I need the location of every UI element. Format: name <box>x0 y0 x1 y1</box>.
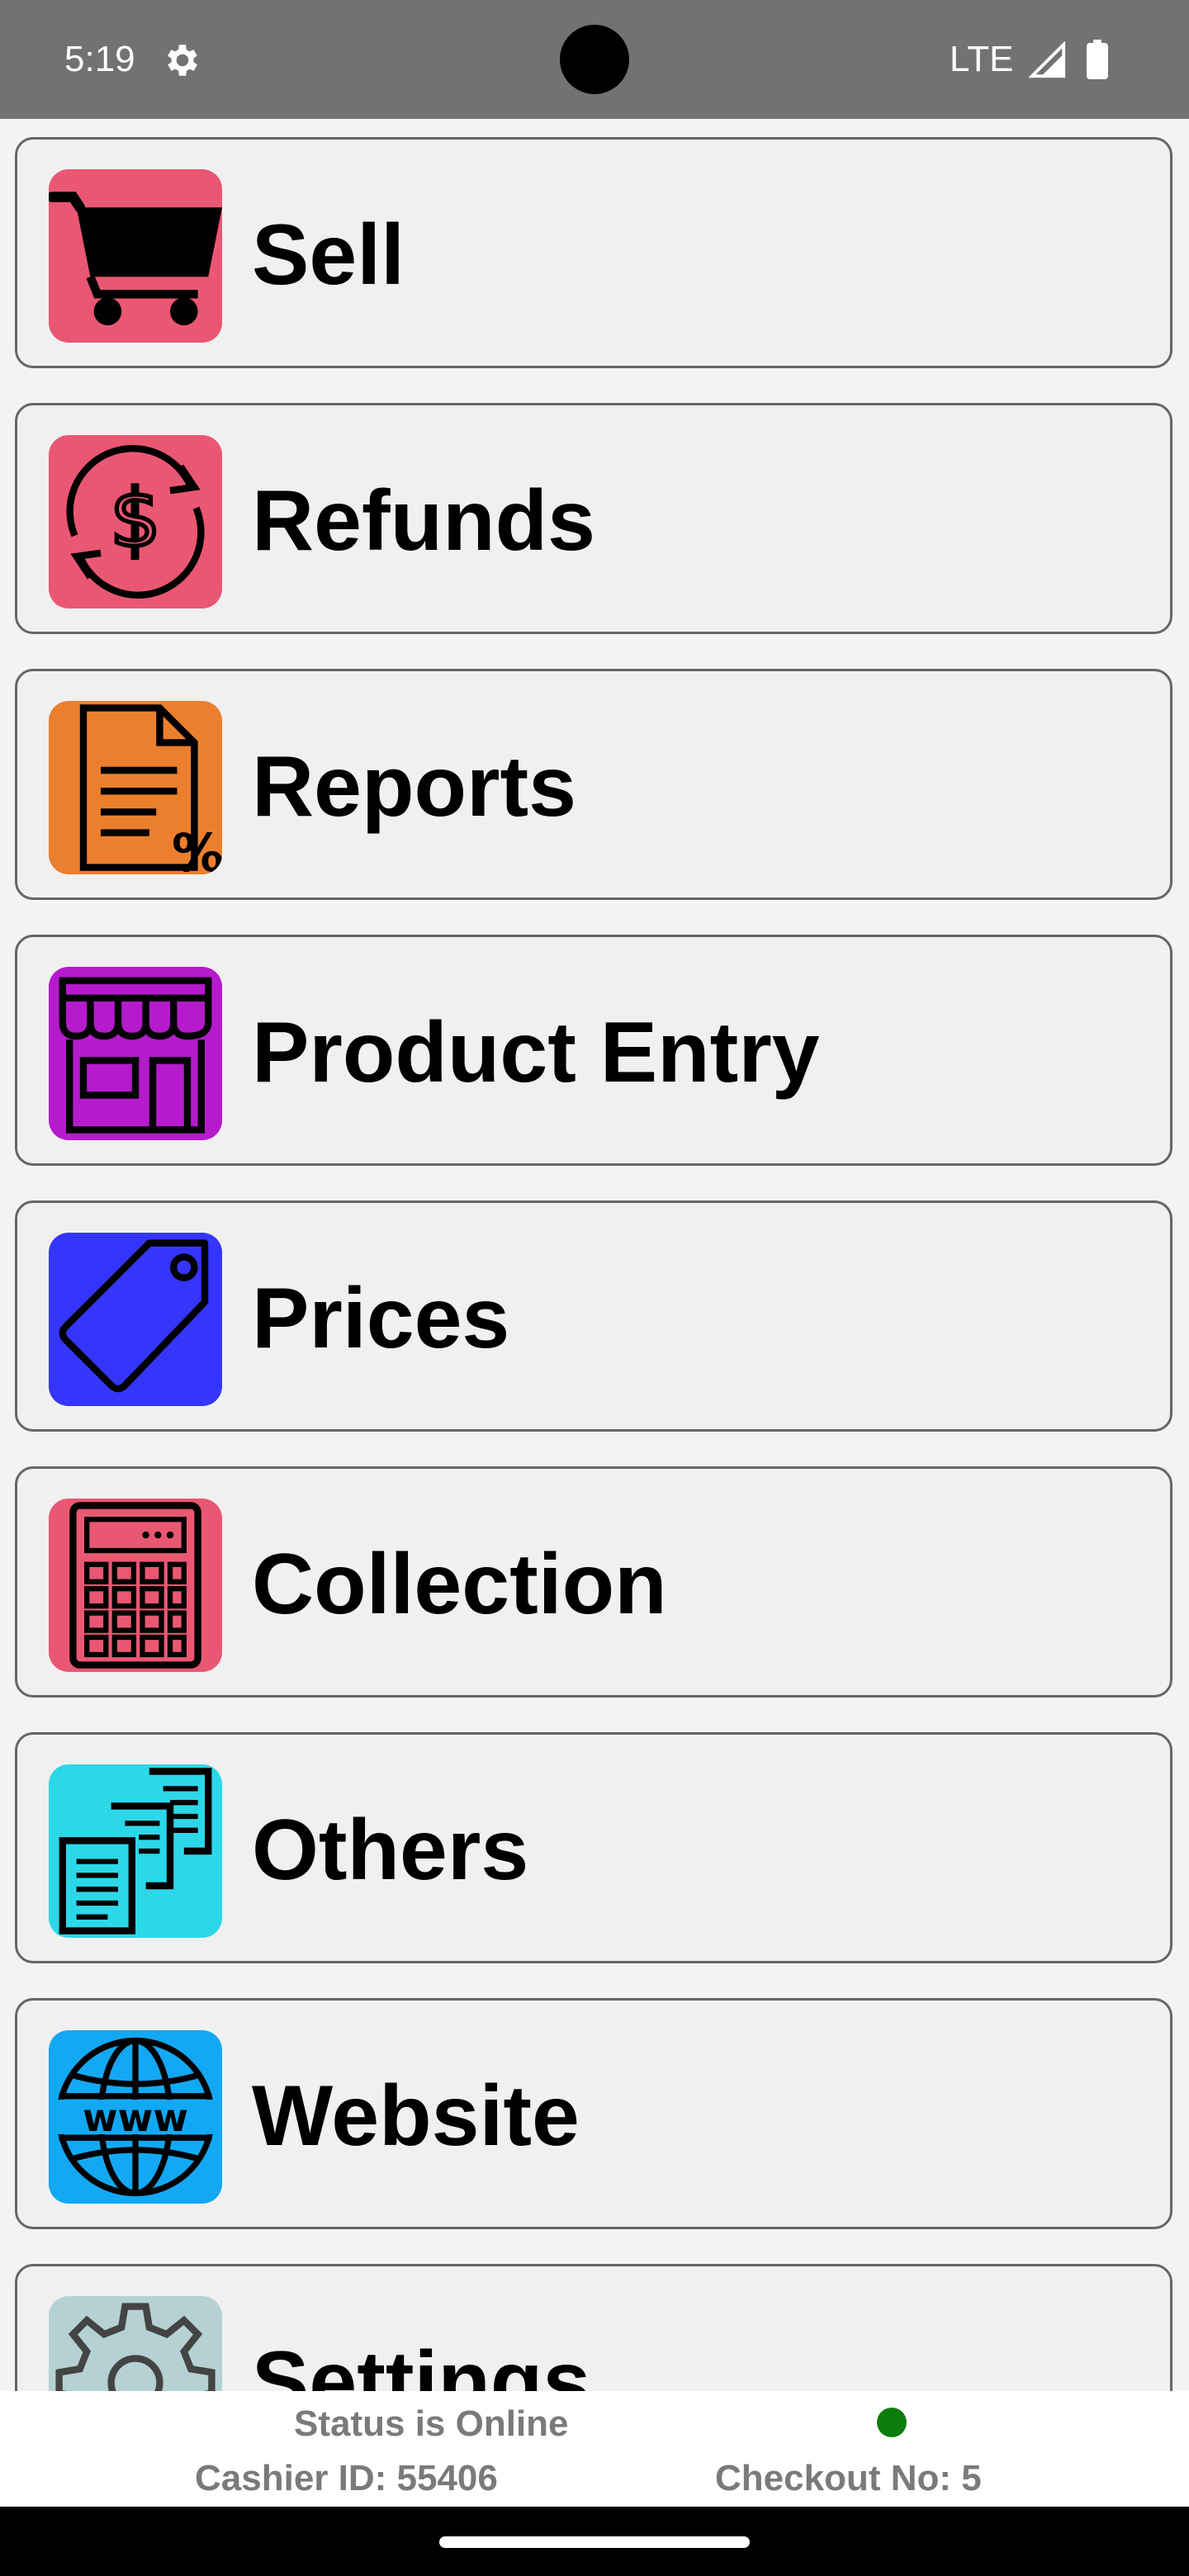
settings-gear-icon <box>49 2296 222 2391</box>
home-gesture-handle[interactable] <box>439 2536 750 2548</box>
menu-item-label: Others <box>252 1802 529 1898</box>
menu-item-label: Product Entry <box>252 1005 820 1101</box>
svg-text:www: www <box>83 2095 188 2140</box>
menu-list[interactable]: Sell $ Refunds % Reports Product Entry P… <box>0 119 1189 2391</box>
menu-item-label: Reports <box>252 739 576 835</box>
camera-cutout <box>560 25 629 94</box>
menu-item-reports[interactable]: % Reports <box>15 669 1172 900</box>
menu-item-label: Collection <box>252 1537 667 1632</box>
price-tag-icon <box>49 1233 222 1406</box>
calculator-icon <box>49 1499 222 1672</box>
menu-item-label: Refunds <box>252 473 595 569</box>
dollar-refresh-icon: $ <box>49 435 222 608</box>
svg-text:$: $ <box>110 471 160 565</box>
signal-icon <box>1029 41 1066 78</box>
shopping-cart-icon <box>49 169 222 343</box>
cashier-id: Cashier ID: 55406 <box>195 2458 498 2498</box>
menu-item-website[interactable]: www Website <box>15 1998 1172 2229</box>
network-type: LTE <box>950 39 1014 79</box>
menu-item-label: Prices <box>252 1271 510 1366</box>
globe-www-icon: www <box>49 2030 222 2204</box>
online-status-text: Status is Online <box>294 2403 569 2444</box>
menu-item-label: Sell <box>252 207 405 303</box>
status-time: 5:19 <box>64 39 135 79</box>
status-bar: 5:19 LTE <box>0 0 1189 119</box>
menu-item-collection[interactable]: Collection <box>15 1466 1172 1698</box>
menu-item-settings[interactable]: Settings <box>15 2264 1172 2391</box>
online-indicator <box>877 2408 907 2437</box>
menu-item-label: Settings <box>252 2334 591 2391</box>
gear-icon <box>168 45 197 76</box>
menu-item-refunds[interactable]: $ Refunds <box>15 403 1172 634</box>
checkout-number: Checkout No: 5 <box>715 2458 982 2498</box>
menu-item-others[interactable]: Others <box>15 1732 1172 1963</box>
menu-item-prices[interactable]: Prices <box>15 1200 1172 1432</box>
copy-documents-icon <box>49 1764 222 1938</box>
storefront-icon <box>49 967 222 1140</box>
document-percent-icon: % <box>49 701 222 874</box>
menu-item-label: Website <box>252 2068 580 2164</box>
battery-icon <box>1087 40 1108 79</box>
menu-item-product-entry[interactable]: Product Entry <box>15 935 1172 1166</box>
svg-text:%: % <box>172 823 222 874</box>
navigation-bar <box>0 2507 1189 2576</box>
menu-item-sell[interactable]: Sell <box>15 137 1172 368</box>
status-footer: Status is Online Cashier ID: 55406 Check… <box>0 2391 1189 2507</box>
